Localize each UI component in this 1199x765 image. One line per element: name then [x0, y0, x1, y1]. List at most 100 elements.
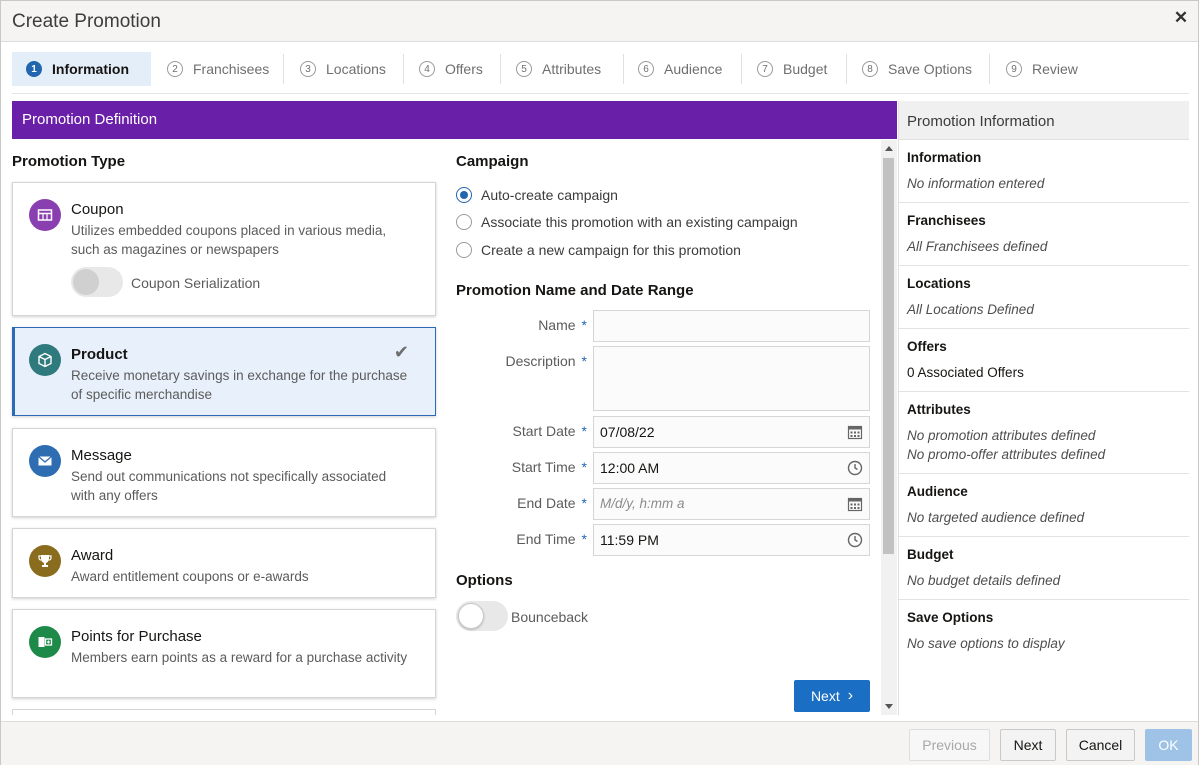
info-section-value-line: No promotion attributes defined	[907, 428, 1096, 443]
coupon-serialization-toggle[interactable]	[71, 267, 123, 297]
card-title: Coupon	[71, 201, 124, 218]
card-title: Points for Purchase	[71, 628, 202, 645]
close-icon[interactable]: ✕	[1172, 9, 1190, 27]
info-section-value: 0 Associated Offers	[907, 365, 1024, 380]
scrollbar-thumb[interactable]	[883, 158, 894, 554]
info-section-offers: Offers 0 Associated Offers	[899, 329, 1189, 392]
step-franchisees[interactable]: 2 Franchisees	[167, 52, 269, 86]
start-date-label: Start Date *	[512, 423, 587, 439]
step-label: Audience	[664, 61, 723, 77]
product-icon	[29, 344, 61, 376]
info-section-locations: Locations All Locations Defined	[899, 266, 1189, 329]
options-heading: Options	[456, 572, 513, 589]
promotion-type-card-product[interactable]: Product Receive monetary savings in exch…	[12, 327, 436, 416]
clock-icon[interactable]	[847, 532, 863, 548]
promotion-type-card-message[interactable]: Message Send out communications not spec…	[12, 428, 436, 517]
next-inline-button[interactable]: Next ›	[794, 680, 870, 712]
info-section-title: Attributes	[907, 402, 971, 417]
name-input[interactable]	[593, 310, 870, 342]
card-description: Send out communications not specifically…	[71, 469, 387, 503]
step-label: Locations	[326, 61, 386, 77]
card-description: Receive monetary savings in exchange for…	[71, 368, 408, 402]
step-label: Review	[1032, 61, 1078, 77]
step-locations[interactable]: 3 Locations	[300, 52, 386, 86]
end-date-input[interactable]: M/d/y, h:mm a	[593, 488, 870, 520]
toggle-knob	[458, 603, 484, 629]
chevron-right-icon: ›	[847, 687, 854, 704]
step-number: 8	[862, 61, 878, 77]
dialog-titlebar: Create Promotion ✕	[1, 1, 1198, 42]
step-divider	[623, 54, 624, 84]
info-section-title: Information	[907, 150, 982, 165]
step-review[interactable]: 9 Review	[1006, 52, 1078, 86]
start-time-value: 12:00 AM	[600, 460, 660, 476]
info-section-title: Audience	[907, 484, 968, 499]
info-section-audience: Audience No targeted audience defined	[899, 474, 1189, 537]
clock-icon[interactable]	[847, 460, 863, 476]
end-time-value: 11:59 PM	[600, 532, 659, 548]
content-scrollbar[interactable]	[881, 140, 897, 715]
step-divider	[989, 54, 990, 84]
promotion-type-heading: Promotion Type	[12, 153, 126, 170]
scroll-up-icon[interactable]	[885, 146, 893, 151]
step-number: 4	[419, 61, 435, 77]
info-section-budget: Budget No budget details defined	[899, 537, 1189, 600]
step-save-options[interactable]: 8 Save Options	[862, 52, 972, 86]
step-train: 1 Information 2 Franchisees 3 Locations …	[12, 50, 1189, 94]
info-section-title: Locations	[907, 276, 971, 291]
points-icon	[29, 626, 61, 658]
calendar-icon[interactable]	[847, 496, 863, 512]
ok-button[interactable]: OK	[1145, 729, 1192, 761]
step-number: 2	[167, 61, 183, 77]
step-number: 1	[26, 61, 42, 77]
end-date-label: End Date *	[517, 495, 587, 511]
step-divider	[846, 54, 847, 84]
promotion-type-card-points-for-purchase[interactable]: Points for Purchase Members earn points …	[12, 609, 436, 698]
info-section-title: Budget	[907, 547, 954, 562]
start-time-input[interactable]: 12:00 AM	[593, 452, 870, 484]
info-section-value: No promotion attributes defined No promo…	[907, 426, 1181, 464]
description-label: Description *	[505, 353, 587, 369]
next-inline-label: Next	[810, 688, 840, 704]
promotion-type-card-partial	[12, 709, 436, 715]
checkmark-icon: ✔	[393, 342, 409, 362]
section-header-bar: Promotion Definition	[12, 101, 897, 139]
start-date-input[interactable]: 07/08/22	[593, 416, 870, 448]
next-button[interactable]: Next	[1000, 729, 1056, 761]
info-section-value: No budget details defined	[907, 573, 1061, 588]
info-section-value: No save options to display	[907, 636, 1065, 651]
scroll-down-icon[interactable]	[885, 704, 893, 709]
calendar-icon[interactable]	[847, 424, 863, 440]
card-description: Members earn points as a reward for a pu…	[71, 650, 408, 665]
promotion-information-panel: Promotion Information Information No inf…	[898, 101, 1189, 715]
coupon-icon	[29, 199, 61, 231]
promotion-type-card-coupon[interactable]: Coupon Utilizes embedded coupons placed …	[12, 182, 436, 316]
step-information[interactable]: 1 Information	[12, 52, 151, 86]
card-title: Award	[71, 547, 114, 564]
card-title: Message	[71, 447, 132, 464]
trophy-icon	[29, 545, 61, 577]
end-date-placeholder: M/d/y, h:mm a	[600, 496, 685, 511]
cancel-button[interactable]: Cancel	[1066, 729, 1135, 761]
step-label: Budget	[783, 61, 828, 77]
step-label: Information	[52, 61, 129, 77]
previous-button[interactable]: Previous	[909, 729, 990, 761]
card-title: Product	[71, 346, 128, 363]
end-time-input[interactable]: 11:59 PM	[593, 524, 870, 556]
info-section-attributes: Attributes No promotion attributes defin…	[899, 392, 1189, 474]
promotion-type-card-award[interactable]: Award Award entitlement coupons or e-awa…	[12, 528, 436, 598]
info-section-title: Save Options	[907, 610, 994, 625]
step-divider	[403, 54, 404, 84]
info-section-value: No information entered	[907, 176, 1045, 191]
end-time-label: End Time *	[516, 531, 587, 547]
info-section-value-line: No promo-offer attributes defined	[907, 447, 1106, 462]
step-audience[interactable]: 6 Audience	[638, 52, 722, 86]
description-textarea[interactable]	[593, 346, 870, 411]
step-number: 3	[300, 61, 316, 77]
step-number: 9	[1006, 61, 1022, 77]
bounceback-toggle[interactable]	[456, 601, 508, 631]
start-date-value: 07/08/22	[600, 424, 655, 440]
step-budget[interactable]: 7 Budget	[757, 52, 827, 86]
toggle-knob	[73, 269, 99, 295]
info-section-information: Information No information entered	[899, 140, 1189, 203]
